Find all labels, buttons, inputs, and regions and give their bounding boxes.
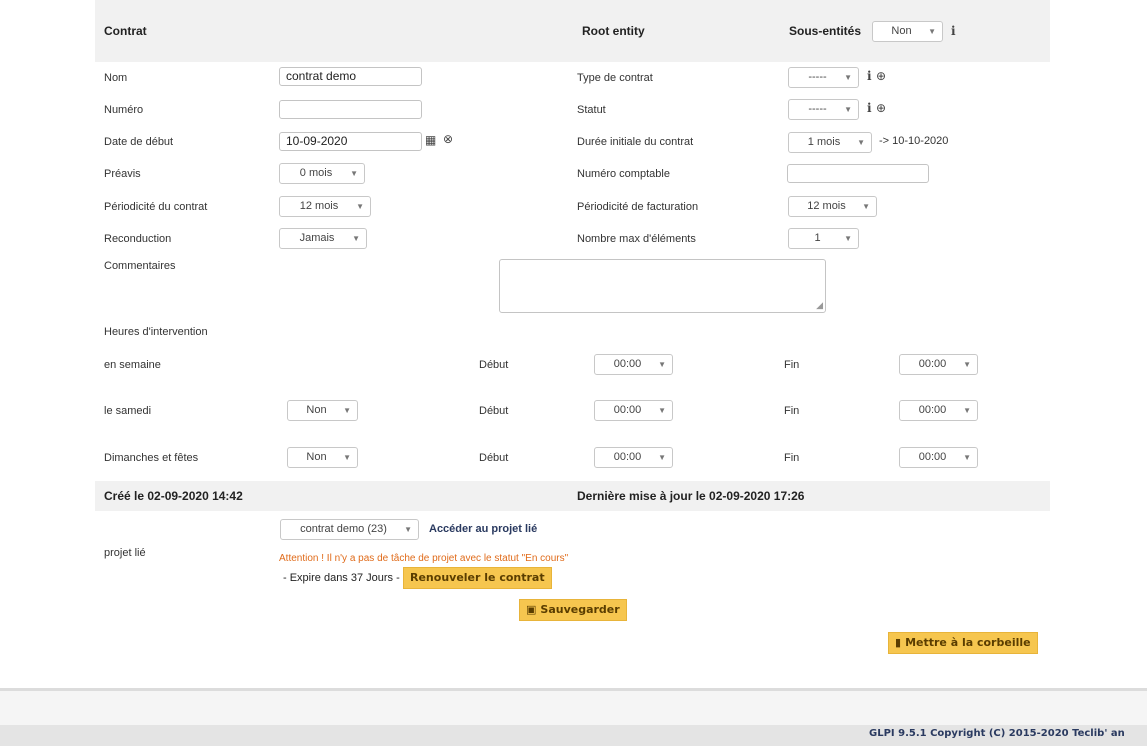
weekday-end-select[interactable]: 00:00 ▼ bbox=[899, 354, 978, 375]
chevron-down-icon: ▼ bbox=[844, 73, 852, 82]
trash-icon: ▮ bbox=[895, 636, 902, 649]
duree-label: Durée initiale du contrat bbox=[577, 136, 694, 148]
calendar-icon[interactable]: ▦ bbox=[425, 133, 436, 147]
statut-select[interactable]: ----- ▼ bbox=[788, 99, 859, 120]
duree-select[interactable]: 1 mois ▼ bbox=[788, 132, 872, 153]
start-label: Début bbox=[479, 405, 509, 417]
reconduction-label: Reconduction bbox=[104, 233, 172, 245]
commentaires-label: Commentaires bbox=[104, 260, 176, 272]
project-link[interactable]: Accéder au projet lié bbox=[429, 523, 537, 535]
max-elements-label: Nombre max d'éléments bbox=[577, 233, 696, 245]
floppy-icon: ▣ bbox=[526, 603, 537, 616]
chevron-down-icon: ▼ bbox=[963, 453, 971, 462]
chevron-down-icon: ▼ bbox=[862, 202, 870, 211]
facturation-select[interactable]: 12 mois ▼ bbox=[788, 196, 877, 217]
chevron-down-icon: ▼ bbox=[963, 406, 971, 415]
chevron-down-icon: ▼ bbox=[352, 234, 360, 243]
chevron-down-icon: ▼ bbox=[356, 202, 364, 211]
expire-text: - Expire dans 37 Jours - bbox=[283, 572, 400, 584]
chevron-down-icon: ▼ bbox=[857, 138, 865, 147]
chevron-down-icon: ▼ bbox=[844, 105, 852, 114]
project-warning: Attention ! Il n'y a pas de tâche de pro… bbox=[279, 553, 569, 564]
sunday-toggle-select[interactable]: Non ▼ bbox=[287, 447, 358, 468]
chevron-down-icon: ▼ bbox=[928, 27, 936, 36]
chevron-down-icon: ▼ bbox=[658, 360, 666, 369]
plus-circle-icon[interactable]: ⊕ bbox=[876, 101, 886, 115]
plus-circle-icon[interactable]: ⊕ bbox=[876, 69, 886, 83]
trash-button[interactable]: ▮ Mettre à la corbeille bbox=[888, 632, 1038, 654]
form-title: Contrat bbox=[104, 24, 147, 38]
sub-entities-select[interactable]: Non ▼ bbox=[872, 21, 943, 42]
chevron-down-icon: ▼ bbox=[658, 406, 666, 415]
sub-entities-label: Sous-entités bbox=[789, 24, 862, 38]
chevron-down-icon: ▼ bbox=[343, 406, 351, 415]
footer-top-band bbox=[0, 691, 1147, 725]
project-select[interactable]: contrat demo (23) ▼ bbox=[280, 519, 419, 540]
end-label: Fin bbox=[784, 359, 800, 371]
numero-input[interactable] bbox=[279, 100, 422, 119]
clear-circle-icon[interactable]: ⊗ bbox=[443, 132, 453, 146]
preavis-label: Préavis bbox=[104, 168, 141, 180]
periodicite-select[interactable]: 12 mois ▼ bbox=[279, 196, 371, 217]
duree-end-date: -> 10-10-2020 bbox=[879, 135, 949, 147]
renew-contract-button[interactable]: Renouveler le contrat bbox=[403, 567, 552, 589]
nom-label: Nom bbox=[104, 72, 128, 84]
max-elements-select[interactable]: 1 ▼ bbox=[788, 228, 859, 249]
numero-comptable-input[interactable] bbox=[787, 164, 929, 183]
sunday-end-select[interactable]: 00:00 ▼ bbox=[899, 447, 978, 468]
saturday-label: le samedi bbox=[104, 405, 152, 417]
start-label: Début bbox=[479, 452, 509, 464]
type-label: Type de contrat bbox=[577, 72, 653, 84]
weekday-label: en semaine bbox=[104, 359, 161, 371]
created-date: Créé le 02-09-2020 14:42 bbox=[104, 489, 243, 503]
end-label: Fin bbox=[784, 405, 800, 417]
chevron-down-icon: ▼ bbox=[963, 360, 971, 369]
chevron-down-icon: ▼ bbox=[404, 525, 412, 534]
entity-name: Root entity bbox=[582, 24, 645, 38]
chevron-down-icon: ▼ bbox=[844, 234, 852, 243]
nom-input[interactable]: contrat demo bbox=[279, 67, 422, 86]
resize-grip-icon[interactable]: ◢ bbox=[816, 300, 823, 311]
numero-label: Numéro bbox=[104, 104, 144, 116]
sunday-label: Dimanches et fêtes bbox=[104, 452, 199, 464]
saturday-start-select[interactable]: 00:00 ▼ bbox=[594, 400, 673, 421]
chevron-down-icon: ▼ bbox=[343, 453, 351, 462]
updated-date: Dernière mise à jour le 02-09-2020 17:26 bbox=[577, 489, 805, 503]
date-debut-input[interactable]: 10-09-2020 bbox=[279, 132, 422, 151]
type-select[interactable]: ----- ▼ bbox=[788, 67, 859, 88]
info-icon[interactable]: i bbox=[867, 69, 872, 83]
chevron-down-icon: ▼ bbox=[658, 453, 666, 462]
copyright-link[interactable]: GLPI 9.5.1 Copyright (C) 2015-2020 Tecli… bbox=[869, 728, 1125, 739]
project-label: projet lié bbox=[104, 547, 146, 559]
page-footer: GLPI 9.5.1 Copyright (C) 2015-2020 Tecli… bbox=[0, 725, 1147, 746]
sunday-start-select[interactable]: 00:00 ▼ bbox=[594, 447, 673, 468]
periodicite-label: Périodicité du contrat bbox=[104, 201, 208, 213]
end-label: Fin bbox=[784, 452, 800, 464]
numero-comptable-label: Numéro comptable bbox=[577, 168, 670, 180]
chevron-down-icon: ▼ bbox=[350, 169, 358, 178]
info-icon[interactable]: i bbox=[867, 101, 872, 115]
date-debut-label: Date de début bbox=[104, 136, 174, 148]
saturday-end-select[interactable]: 00:00 ▼ bbox=[899, 400, 978, 421]
commentaires-textarea[interactable]: ◢ bbox=[499, 259, 826, 313]
weekday-start-select[interactable]: 00:00 ▼ bbox=[594, 354, 673, 375]
saturday-toggle-select[interactable]: Non ▼ bbox=[287, 400, 358, 421]
start-label: Début bbox=[479, 359, 509, 371]
statut-label: Statut bbox=[577, 104, 606, 116]
info-icon[interactable]: i bbox=[951, 24, 956, 38]
hours-section-label: Heures d'intervention bbox=[104, 326, 208, 338]
preavis-select[interactable]: 0 mois ▼ bbox=[279, 163, 365, 184]
save-button[interactable]: ▣ Sauvegarder bbox=[519, 599, 627, 621]
reconduction-select[interactable]: Jamais ▼ bbox=[279, 228, 367, 249]
facturation-label: Périodicité de facturation bbox=[577, 201, 699, 213]
